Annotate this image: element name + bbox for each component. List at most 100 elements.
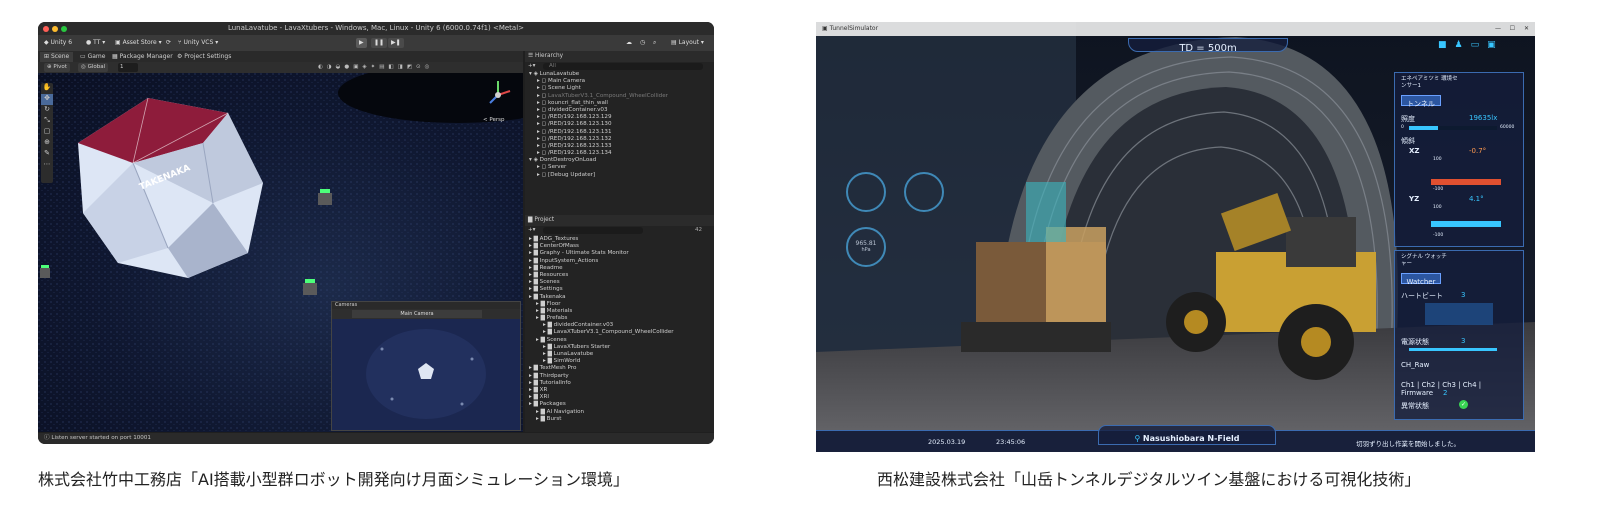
tab-project-settings[interactable]: ⚙ Project Settings (173, 52, 235, 62)
persp-label[interactable]: < Persp (483, 117, 504, 123)
folder-icon: ▸ ▇ (529, 372, 540, 379)
minimize-icon[interactable]: — (1495, 22, 1501, 36)
project-item[interactable]: ▸ ▇ Graphy - Ultimate Stats Monitor (529, 250, 714, 257)
tab-scene[interactable]: ⊞ Scene (40, 52, 74, 62)
hierarchy-search-input[interactable]: All (543, 63, 703, 70)
tab-game[interactable]: ▭ Game (76, 52, 109, 62)
project-item[interactable]: ▸ ▇ Thirdparty (529, 373, 714, 380)
project-item[interactable]: ▸ ▇ Materials (529, 308, 714, 315)
settings-icon[interactable]: ▣ (1487, 40, 1504, 50)
hierarchy-item[interactable]: ▸ ◻ /RED/192.168.123.129 (529, 114, 714, 121)
hierarchy-item[interactable]: ▾ ◈ LunaLavatube (529, 71, 714, 78)
pause-button[interactable]: ❚❚ (371, 38, 388, 48)
project-item[interactable]: ▸ ▇ Readme (529, 265, 714, 272)
unity-vcs-button[interactable]: ⑂ Unity VCS ▾ (175, 38, 221, 48)
robot-marker (303, 279, 317, 295)
project-item[interactable]: ▸ ▇ TutorialInfo (529, 380, 714, 387)
play-button[interactable]: ▶ (356, 38, 367, 48)
hierarchy-item[interactable]: ▸ ◻ /RED/192.168.123.131 (529, 129, 714, 136)
tunnel-button[interactable]: トンネル (1401, 95, 1441, 108)
project-item-label: Readme (539, 264, 563, 271)
hierarchy-item[interactable]: ▸ ◻ dividedContainer.v03 (529, 107, 714, 114)
hierarchy-item[interactable]: ▸ ◻ LavaXTuberV3.1_Compound_WheelCollide… (529, 93, 714, 100)
project-item[interactable]: ▸ ▇ TextMesh Pro (529, 365, 714, 372)
transform-tool-icon[interactable]: ⊕ (41, 138, 53, 149)
minimize-window-button[interactable] (52, 25, 58, 32)
hierarchy-item[interactable]: ▸ ◻ /RED/192.168.123.133 (529, 143, 714, 150)
person-icon[interactable]: ♟ (1455, 40, 1471, 50)
zoom-window-button[interactable] (61, 25, 67, 32)
monitor-icon[interactable]: ▭ (1471, 40, 1488, 50)
maximize-icon[interactable]: ☐ (1510, 22, 1515, 36)
hierarchy-item-label: /RED/192.168.123.130 (548, 121, 612, 128)
scene-icon: ▾ ◈ (529, 71, 540, 77)
project-item[interactable]: ▸ ▇ AI Navigation (529, 409, 714, 416)
hierarchy-tab[interactable]: ☰ Hierarchy (525, 51, 714, 62)
channel-4: Ch4 (1462, 381, 1477, 389)
project-item[interactable]: ▸ ▇ LavaXTubers Starter (529, 344, 714, 351)
tab-package-manager[interactable]: ▦ Package Manager (108, 52, 177, 62)
cloud-button[interactable]: ☁ (623, 38, 635, 48)
hierarchy-item[interactable]: ▸ ◻ /RED/192.168.123.130 (529, 121, 714, 128)
status-message[interactable]: Listen server started on port 10001 (51, 435, 151, 441)
asset-store-button[interactable]: ▣ Asset Store ▾ (112, 38, 165, 48)
cloud-sync-button[interactable]: ⟳ (163, 38, 174, 48)
grid-snap-field[interactable]: 1 (118, 63, 138, 72)
move-tool-icon[interactable]: ✥ (41, 94, 53, 105)
folder-icon: ▸ ▇ (529, 394, 540, 401)
layout-dropdown[interactable]: ▤ Layout ▾ (668, 38, 707, 48)
account-button[interactable]: ● TT ▾ (83, 38, 108, 48)
custom-tool-icon[interactable]: ✎ (41, 149, 53, 160)
hierarchy-item-label: kouncri_flat_thin_wall (548, 99, 608, 106)
vcs-label: Unity VCS (183, 39, 214, 46)
power-bar (1409, 348, 1497, 351)
folder-icon: ▸ ▇ (536, 408, 547, 415)
folder-icon: ▸ ▇ (529, 386, 540, 393)
history-button[interactable]: ◷ (637, 38, 648, 48)
pivot-dropdown[interactable]: ⊕ Pivot (44, 63, 70, 72)
hierarchy-item[interactable]: ▾ ◈ DontDestroyOnLoad (529, 157, 714, 164)
camera-icon[interactable]: ■ (1438, 40, 1455, 50)
scale-tool-icon[interactable]: ⤡ (41, 116, 53, 127)
project-item[interactable]: ▸ ▇ Floor (529, 301, 714, 308)
rotate-tool-icon[interactable]: ↻ (41, 105, 53, 116)
close-window-button[interactable] (43, 25, 49, 32)
add-icon[interactable]: +▾ (528, 63, 536, 69)
close-icon[interactable]: ✕ (1524, 22, 1529, 36)
search-button[interactable]: ⌕ (650, 38, 659, 48)
hierarchy-item[interactable]: ▸ ◻ Scene Light (529, 85, 714, 92)
project-search-input[interactable] (543, 227, 643, 234)
hierarchy-item[interactable]: ▸ ◻ [Debug Updater] (529, 172, 714, 179)
hierarchy-title: Hierarchy (535, 53, 564, 59)
project-item[interactable]: ▸ ▇ InputSystem_Actions (529, 258, 714, 265)
project-item[interactable]: ▸ ▇ LavaXTuberV3.1_Compound_WheelCollide… (529, 329, 714, 336)
step-button[interactable]: ▶❚ (388, 38, 404, 48)
hierarchy-item[interactable]: ▸ ◻ /RED/192.168.123.134 (529, 150, 714, 157)
scene-view[interactable]: < Persp TAKENAKA ✋ ✥ ↻ ⤡ ▢ ⊕ ✎ ⋯ Cameras… (38, 73, 523, 432)
project-item[interactable]: ▸ ▇ XR (529, 387, 714, 394)
add-icon[interactable]: +▾ (528, 227, 536, 233)
project-tab[interactable]: ▇ Project (525, 215, 714, 226)
project-item[interactable]: ▸ ▇ Settings (529, 286, 714, 293)
project-item[interactable]: ▸ ▇ Packages (529, 401, 714, 408)
play-icon: ▶ (359, 39, 364, 46)
hierarchy-item[interactable]: ▸ ◻ Main Camera (529, 78, 714, 85)
folder-icon: ▸ ▇ (529, 250, 540, 257)
hand-tool-icon[interactable]: ✋ (41, 83, 53, 94)
cameras-title: Cameras (332, 302, 520, 309)
more-tools-icon[interactable]: ⋯ (41, 160, 53, 171)
project-item[interactable]: ▸ ▇ Takenaka (529, 294, 714, 301)
yz-axis-top: 100 (1433, 205, 1442, 210)
project-item[interactable]: ▸ ▇ Burst (529, 416, 714, 423)
hierarchy-item[interactable]: ▸ ◻ /RED/192.168.123.132 (529, 136, 714, 143)
main-camera-dropdown[interactable]: Main Camera (352, 310, 482, 318)
hierarchy-item[interactable]: ▸ ◻ kouncri_flat_thin_wall (529, 100, 714, 107)
watcher-button[interactable]: Watcher (1401, 273, 1441, 286)
unity-menu-button[interactable]: ◆ Unity 6 (41, 38, 75, 48)
rect-tool-icon[interactable]: ▢ (41, 127, 53, 138)
hierarchy-item[interactable]: ▸ ◻ Server (529, 164, 714, 171)
project-item[interactable]: ▸ ▇ Scenes (529, 337, 714, 344)
yz-bar (1431, 221, 1501, 227)
global-dropdown[interactable]: ◎ Global (78, 63, 109, 72)
shading-mode-icons[interactable]: ◐◑◒●▣◈✦▤◧◨◩⊙◎ (318, 63, 433, 72)
